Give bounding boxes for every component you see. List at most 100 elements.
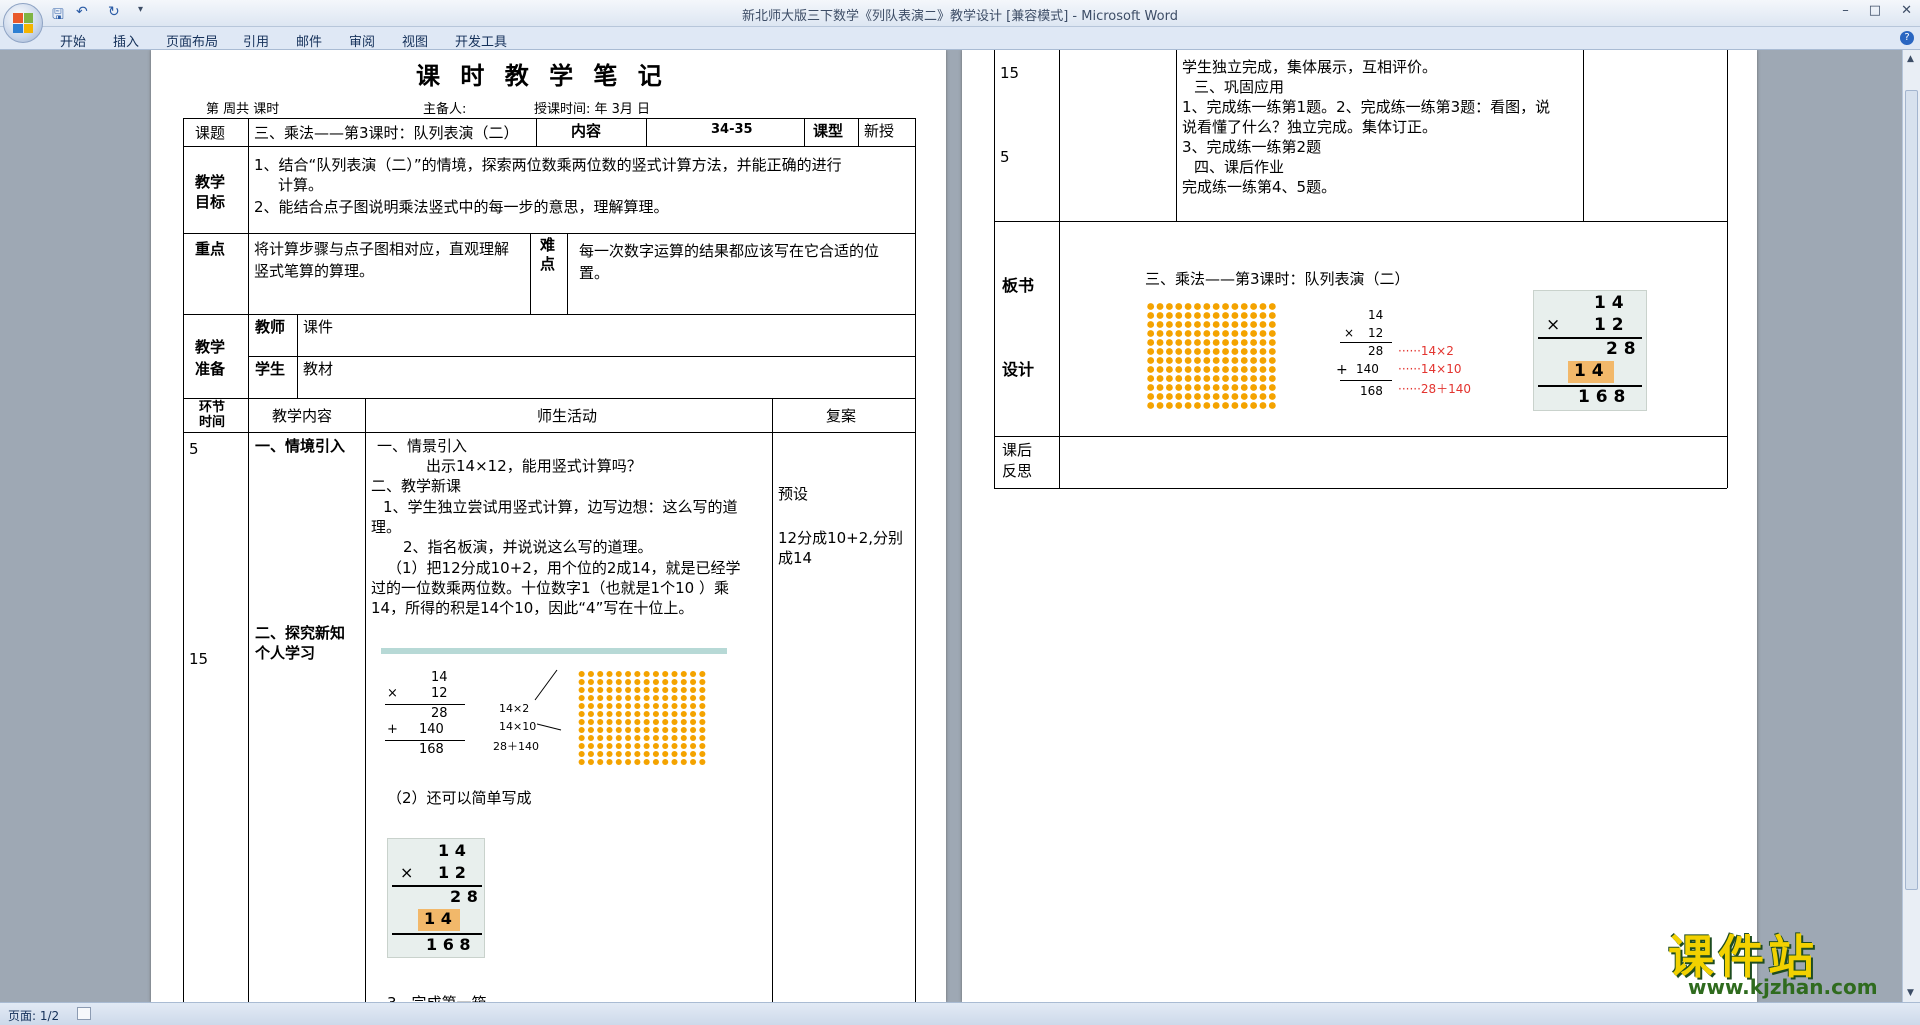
dot xyxy=(1194,303,1201,310)
dot xyxy=(1194,366,1201,373)
scroll-up-icon[interactable]: ▲ xyxy=(1907,54,1914,64)
dot xyxy=(578,702,585,710)
dot xyxy=(1165,339,1173,346)
dot xyxy=(1222,312,1229,319)
help-icon[interactable]: ? xyxy=(1900,31,1914,45)
prep-student-label: 学生 xyxy=(255,360,286,378)
dot xyxy=(1175,384,1183,391)
dot xyxy=(1222,330,1229,337)
time-2: 15 xyxy=(189,650,209,668)
activity-line: 说看懂了什么？独立完成。集体订正。 xyxy=(1182,118,1438,136)
dot xyxy=(578,758,585,766)
dot xyxy=(1147,393,1155,400)
dot xyxy=(652,670,659,678)
dot xyxy=(699,726,706,734)
dot xyxy=(1156,348,1164,355)
document-area[interactable]: 课 时 教 学 笔 记 第 周共 课时 主备人: 授课时间: 年 3月 日 课题… xyxy=(0,50,1902,1002)
board-label-1: 板书 xyxy=(1002,276,1035,295)
type-label: 课型 xyxy=(813,122,844,140)
dot xyxy=(1212,402,1220,409)
tab-view[interactable]: 视图 xyxy=(402,31,428,50)
time-1: 5 xyxy=(189,440,199,458)
dot xyxy=(1165,321,1173,328)
dot xyxy=(597,726,604,734)
dot xyxy=(1194,312,1201,319)
header-activity: 师生活动 xyxy=(537,407,598,425)
dot xyxy=(1222,357,1229,364)
dot xyxy=(652,710,659,718)
dot-array xyxy=(1146,302,1277,410)
spellcheck-icon[interactable] xyxy=(77,1007,91,1020)
dot xyxy=(662,678,669,686)
big-calc-p2: 1 4 xyxy=(424,909,452,928)
subject-text: 三、乘法——第3课时：队列表演（二） xyxy=(254,124,519,142)
goal-line-2: 计算。 xyxy=(278,176,324,194)
textbook-figure-2: 1 4 × 1 2 2 8 1 4 1 6 8 xyxy=(387,838,485,958)
scroll-down-icon[interactable]: ▼ xyxy=(1907,988,1914,998)
vertical-scrollbar[interactable]: ▲ ▼ xyxy=(1902,50,1920,1002)
minimize-icon[interactable]: – xyxy=(1842,3,1849,18)
tab-home[interactable]: 开始 xyxy=(60,31,86,50)
dot xyxy=(1231,330,1239,337)
close-icon[interactable]: ✕ xyxy=(1901,3,1912,18)
dot xyxy=(1222,366,1229,373)
dot xyxy=(643,742,650,750)
dot xyxy=(1250,321,1258,328)
tab-page-layout[interactable]: 页面布局 xyxy=(166,31,218,50)
dot xyxy=(615,678,622,686)
note-1: 14×2 xyxy=(499,702,530,715)
difficulty-label: 难点 xyxy=(540,236,556,273)
dot xyxy=(615,670,622,678)
dot xyxy=(606,718,613,726)
dot xyxy=(690,742,697,750)
dot xyxy=(690,750,697,758)
dot xyxy=(1268,348,1276,355)
dot xyxy=(1268,357,1276,364)
scroll-thumb[interactable] xyxy=(1905,90,1918,890)
dot xyxy=(1231,321,1239,328)
dot xyxy=(1147,321,1155,328)
dot xyxy=(634,710,641,718)
dot xyxy=(1259,348,1267,355)
tab-references[interactable]: 引用 xyxy=(243,31,269,50)
dot xyxy=(680,742,687,750)
dot xyxy=(1250,339,1258,346)
dot xyxy=(699,742,706,750)
dot xyxy=(625,734,632,742)
dot xyxy=(652,678,659,686)
content-item-1: 一、情境引入 xyxy=(255,437,346,455)
activity-line: 三、巩固应用 xyxy=(1194,78,1285,96)
office-button[interactable] xyxy=(3,3,43,43)
tab-developer[interactable]: 开发工具 xyxy=(455,31,507,50)
activity-line: 过的一位数乘两位数。十位数字1（也就是1个10 ）乘 xyxy=(371,579,729,597)
activity-line: 二、教学新课 xyxy=(371,477,462,495)
tab-mailings[interactable]: 邮件 xyxy=(296,31,322,50)
dot xyxy=(615,758,622,766)
dot xyxy=(1156,312,1164,319)
calc-a: 14 xyxy=(431,670,448,685)
dot xyxy=(1240,375,1248,382)
tab-insert[interactable]: 插入 xyxy=(113,31,139,50)
page-indicator[interactable]: 页面: 1/2 xyxy=(8,1007,59,1024)
tab-review[interactable]: 审阅 xyxy=(349,31,375,50)
dot xyxy=(1250,303,1258,310)
office-logo-icon xyxy=(13,13,33,33)
dot xyxy=(652,694,659,702)
dot xyxy=(587,710,594,718)
dot xyxy=(1259,321,1267,328)
activity-line: 学生独立完成，集体展示，互相评价。 xyxy=(1182,58,1438,76)
dot xyxy=(671,734,678,742)
dot xyxy=(1250,330,1258,337)
dot xyxy=(662,702,669,710)
dot xyxy=(680,758,687,766)
dot xyxy=(680,694,687,702)
dot xyxy=(587,726,594,734)
dot xyxy=(1203,384,1211,391)
activity-line: （1）把12分成10+2，用个位的2成14，就是已经学 xyxy=(387,559,741,577)
dot xyxy=(1203,312,1211,319)
dot xyxy=(1175,357,1183,364)
dot xyxy=(625,718,632,726)
dot xyxy=(643,702,650,710)
activity-line: 四、课后作业 xyxy=(1194,158,1285,176)
maximize-icon[interactable]: □ xyxy=(1869,3,1881,18)
